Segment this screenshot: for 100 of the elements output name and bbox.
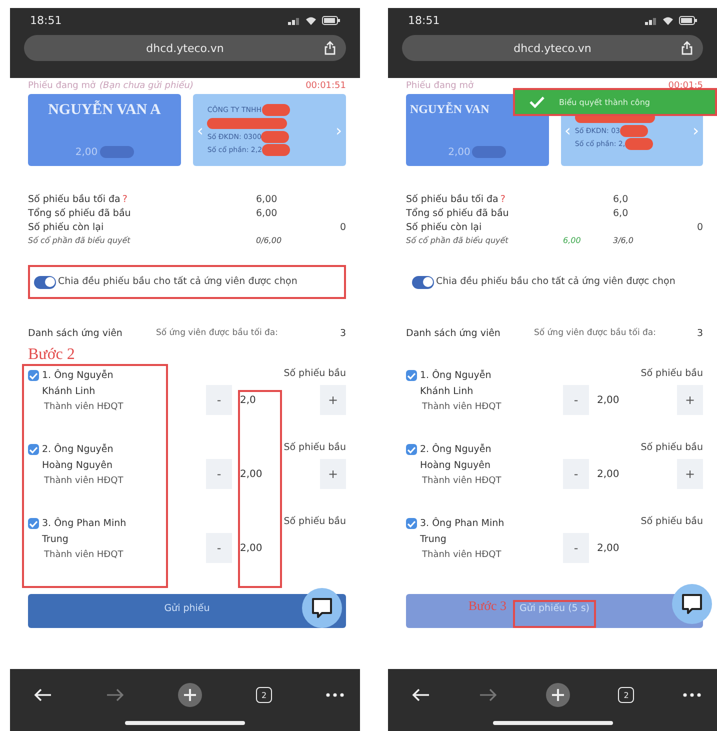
checkbox[interactable] <box>28 444 39 455</box>
checkbox[interactable] <box>406 444 417 455</box>
share-count: 2,00 <box>75 146 98 158</box>
candidate-role: Thành viên HĐQT <box>43 550 124 560</box>
plus-icon <box>546 683 570 707</box>
candidate-name: 1. Ông Nguyễn Khánh Linh <box>42 368 114 399</box>
list-title: Danh sách ứng viên <box>28 327 124 341</box>
stat-value: 6,00 <box>563 236 582 245</box>
redaction-mark <box>100 146 134 158</box>
address-bar[interactable]: dhcd.yteco.vn <box>24 35 346 61</box>
step-label: Bước 2 <box>28 346 75 364</box>
candidate-name: 2. Ông Nguyễn Hoàng Nguyên <box>420 442 492 473</box>
submit-button[interactable]: Gửi phiếu <box>28 594 346 628</box>
wifi-icon <box>662 16 674 25</box>
signal-icon <box>288 16 300 24</box>
redaction-mark <box>262 104 290 116</box>
step-label: Bước 3 <box>468 598 506 614</box>
votes-label: Số phiếu bầu <box>284 442 346 453</box>
stat-value: 0 <box>340 222 346 233</box>
votes-label: Số phiếu bầu <box>284 368 346 379</box>
url-text: dhcd.yteco.vn <box>146 42 224 54</box>
candidate-role: Thành viên HĐQT <box>421 476 502 486</box>
wifi-icon <box>305 16 317 25</box>
address-bar[interactable]: dhcd.yteco.vn <box>402 35 703 61</box>
candidate-name: 3. Ông Phan Minh Trung <box>420 516 506 547</box>
checkbox[interactable] <box>406 370 417 381</box>
votes-label: Số phiếu bầu <box>284 516 346 527</box>
stat-value: 0/6,00 <box>256 236 283 245</box>
max-candidates-label: Số ứng viên được bầu tối đa: <box>534 326 657 340</box>
battery-icon <box>322 16 340 25</box>
voter-name: NGUYỄN VAN <box>410 102 490 117</box>
chat-icon <box>311 597 333 619</box>
forward-icon <box>478 688 497 702</box>
checkbox[interactable] <box>28 370 39 381</box>
status-time: 18:51 <box>30 14 62 27</box>
increment-button[interactable]: + <box>320 459 346 489</box>
votes-label: Số phiếu bầu <box>640 368 703 379</box>
more-icon <box>683 693 701 697</box>
tab-count[interactable]: 2 <box>618 687 634 703</box>
check-icon <box>29 446 38 454</box>
redaction-mark <box>625 138 654 150</box>
toast-message: Biểu quyết thành công <box>559 98 650 106</box>
forward-icon <box>106 688 124 702</box>
required-mark: ? <box>500 194 506 205</box>
stat-label: Số cổ phần đã biểu quyết <box>28 236 130 245</box>
share-count: 2,00 <box>448 146 470 158</box>
stat-label: Tổng số phiếu đã bầu <box>406 208 509 219</box>
candidate-name: 3. Ông Phan Minh Trung <box>42 516 128 547</box>
decrement-button[interactable]: - <box>563 459 589 489</box>
toggle-switch[interactable] <box>412 276 434 288</box>
decrement-button[interactable]: - <box>563 385 589 415</box>
checkbox[interactable] <box>28 518 39 529</box>
stat-label: Tổng số phiếu đã bầu <box>28 208 131 219</box>
ballot-status: Phiếu đang mở <box>28 81 96 91</box>
more-icon <box>326 693 344 697</box>
stat-value: 3/6,0 <box>613 236 635 245</box>
share-icon <box>681 41 693 55</box>
max-candidates-label: Số ứng viên được bầu tối đa: <box>156 326 279 340</box>
check-icon <box>407 372 416 380</box>
votes-label: Số phiếu bầu <box>640 516 703 527</box>
increment-button[interactable]: + <box>320 385 346 415</box>
decrement-button[interactable]: - <box>206 533 232 563</box>
max-candidates-value: 3 <box>696 327 703 341</box>
battery-icon <box>679 16 697 25</box>
candidate-role: Thành viên HĐQT <box>421 402 502 412</box>
stat-value: 6,00 <box>256 208 278 219</box>
stat-value: 6,00 <box>256 194 278 205</box>
redaction-mark <box>261 131 290 143</box>
check-icon <box>529 96 545 108</box>
toggle-label: Chia đều phiếu bầu cho tất cả ứng viên được chọn <box>436 275 676 289</box>
redaction-mark <box>472 146 506 158</box>
plus-icon <box>178 683 202 707</box>
redaction-mark <box>620 124 648 136</box>
check-icon <box>407 520 416 528</box>
decrement-button[interactable]: - <box>206 459 232 489</box>
stat-label: Số phiếu còn lại <box>28 222 104 233</box>
stat-label: Số cổ phần đã biểu quyết <box>406 236 508 245</box>
share-icon <box>324 41 336 55</box>
signal-icon <box>645 16 657 24</box>
increment-button[interactable]: + <box>677 459 703 489</box>
ballot-note: (Bạn chưa gửi phiếu) <box>100 81 194 91</box>
countdown-timer: 00:01:5 <box>668 81 703 91</box>
decrement-button[interactable]: - <box>206 385 232 415</box>
chat-icon <box>681 593 703 615</box>
decrement-button[interactable]: - <box>563 533 589 563</box>
check-icon <box>29 372 38 380</box>
candidate-name: 1. Ông Nguyễn Khánh Linh <box>420 368 492 399</box>
url-text: dhcd.yteco.vn <box>514 42 592 54</box>
chat-button[interactable] <box>672 584 712 624</box>
stat-label: Số phiếu bầu tối đa <box>28 194 120 205</box>
voter-name: NGUYỄN VAN A <box>48 102 161 119</box>
back-icon <box>34 688 52 702</box>
toggle-switch[interactable] <box>34 276 56 288</box>
increment-button[interactable]: + <box>677 385 703 415</box>
votes-label: Số phiếu bầu <box>640 442 703 453</box>
checkbox[interactable] <box>406 518 417 529</box>
max-candidates-value: 3 <box>338 327 346 341</box>
candidate-role: Thành viên HĐQT <box>421 550 502 560</box>
stat-value: 6,0 <box>613 208 630 219</box>
tab-count[interactable]: 2 <box>256 687 272 703</box>
